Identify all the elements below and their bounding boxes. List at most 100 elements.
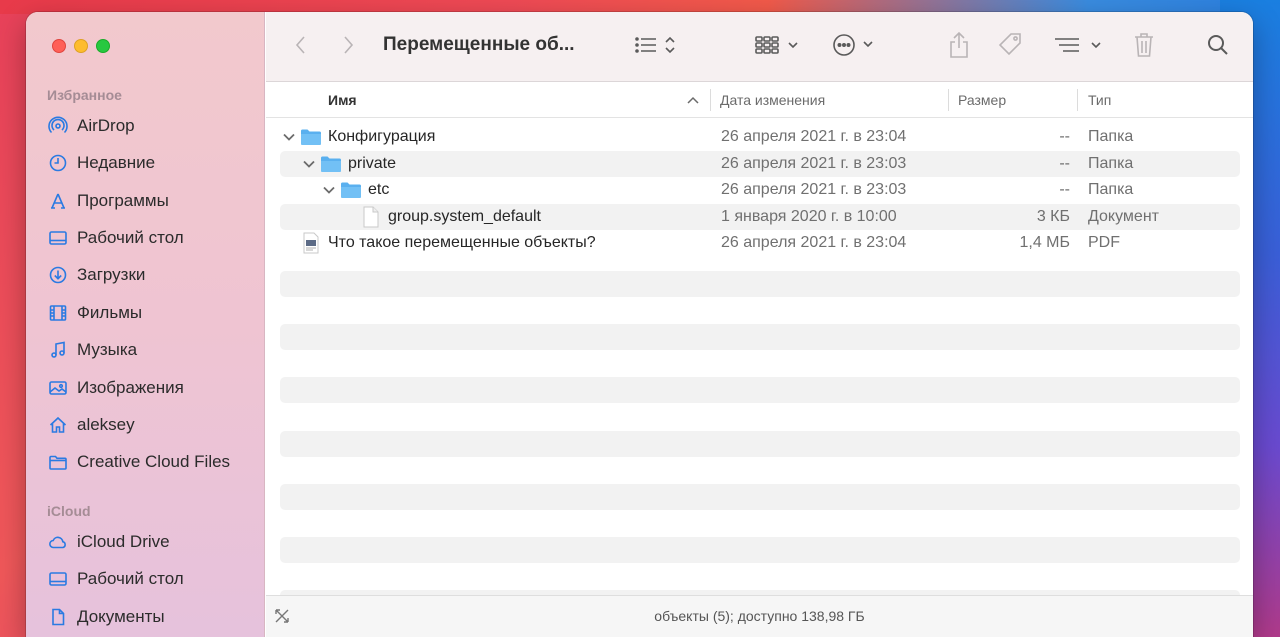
sidebar-item-recents[interactable]: Недавние	[48, 148, 155, 178]
file-date: 1 января 2020 г. в 10:00	[721, 208, 897, 225]
status-bar: объекты (5); доступно 138,98 ГБ	[266, 595, 1253, 637]
sidebar-item-label: Недавние	[77, 153, 156, 172]
download-icon	[48, 265, 68, 285]
sidebar-item-label: Загрузки	[77, 265, 146, 284]
sidebar-item-label: AirDrop	[77, 116, 135, 135]
table-row[interactable]: Конфигурация 26 апреля 2021 г. в 23:04 -…	[280, 124, 1240, 150]
file-kind: Папка	[1088, 155, 1134, 172]
column-header-size[interactable]: Размер	[958, 82, 1006, 118]
table-row[interactable]: private 26 апреля 2021 г. в 23:03 -- Пап…	[280, 151, 1240, 177]
back-button[interactable]	[293, 33, 309, 61]
table-row[interactable]: Что такое перемещенные объекты? 26 апрел…	[280, 230, 1240, 256]
file-list: Конфигурация 26 апреля 2021 г. в 23:04 -…	[266, 119, 1253, 603]
share-button[interactable]	[947, 31, 971, 64]
disclosure-expanded-icon[interactable]	[322, 177, 336, 203]
file-size: --	[1059, 181, 1070, 198]
file-size: 1,4 МБ	[1019, 234, 1070, 251]
home-icon	[48, 415, 68, 435]
column-divider	[1077, 89, 1078, 111]
file-date: 26 апреля 2021 г. в 23:03	[721, 155, 907, 172]
file-kind: Папка	[1088, 181, 1134, 198]
tag-icon	[996, 31, 1024, 64]
empty-row-stripe	[280, 271, 1240, 297]
folder-icon	[320, 151, 342, 177]
sidebar-item-icloud-desktop[interactable]: Рабочий стол	[48, 564, 184, 594]
minimize-window-button[interactable]	[74, 39, 88, 53]
empty-row-stripe	[280, 377, 1240, 403]
sidebar-item-label: Изображения	[77, 378, 184, 397]
column-divider	[948, 89, 949, 111]
sidebar-item-airdrop[interactable]: AirDrop	[48, 111, 135, 141]
action-menu-button[interactable]	[832, 33, 880, 61]
file-kind: Папка	[1088, 128, 1134, 145]
sidebar-item-icloud-drive[interactable]: iCloud Drive	[48, 527, 170, 557]
file-date: 26 апреля 2021 г. в 23:04	[721, 128, 907, 145]
sidebar-item-pictures[interactable]: Изображения	[48, 373, 184, 403]
disclosure-expanded-icon[interactable]	[282, 124, 296, 150]
sidebar-item-label: Программы	[77, 191, 169, 210]
file-size: --	[1059, 128, 1070, 145]
sidebar-item-home[interactable]: aleksey	[48, 410, 135, 440]
zoom-window-button[interactable]	[96, 39, 110, 53]
file-name: group.system_default	[388, 208, 541, 225]
document-icon	[48, 607, 68, 627]
sidebar-item-label: Рабочий стол	[77, 228, 184, 247]
sidebar-item-label: Creative Cloud Files	[77, 452, 231, 471]
empty-row-stripe	[280, 324, 1240, 350]
sidebar: Избранное AirDrop Недавние Программы Раб…	[26, 12, 265, 637]
sidebar-item-downloads[interactable]: Загрузки	[48, 260, 145, 290]
tags-button[interactable]	[996, 31, 1024, 64]
applications-icon	[48, 191, 68, 211]
chevron-right-icon	[340, 34, 356, 61]
cloud-icon	[48, 532, 68, 552]
pdf-icon	[302, 230, 320, 256]
disclosure-expanded-icon[interactable]	[302, 151, 316, 177]
search-button[interactable]	[1206, 33, 1230, 61]
table-row[interactable]: group.system_default 1 января 2020 г. в …	[280, 204, 1240, 230]
sidebar-item-applications[interactable]: Программы	[48, 186, 169, 216]
clock-icon	[48, 153, 68, 173]
sidebar-item-creative-cloud[interactable]: Creative Cloud Files	[48, 447, 230, 477]
view-mode-button[interactable]	[634, 33, 680, 61]
file-name: etc	[368, 181, 390, 198]
sidebar-item-label: Рабочий стол	[77, 569, 184, 588]
empty-row-stripe	[280, 537, 1240, 563]
desktop-icon	[48, 228, 68, 248]
sidebar-item-music[interactable]: Музыка	[48, 335, 137, 365]
file-date: 26 апреля 2021 г. в 23:03	[721, 181, 907, 198]
sidebar-item-desktop[interactable]: Рабочий стол	[48, 223, 184, 253]
sidebar-section-icloud: iCloud	[47, 503, 91, 519]
music-icon	[48, 340, 68, 360]
ellipsis-circle-icon	[832, 33, 880, 62]
column-header-kind[interactable]: Тип	[1088, 82, 1111, 118]
folder-icon	[340, 177, 362, 203]
sidebar-item-label: Музыка	[77, 340, 138, 359]
share-icon	[947, 31, 971, 64]
window-controls	[52, 39, 110, 53]
search-icon	[1206, 33, 1230, 62]
grid-icon	[754, 34, 804, 61]
sort-options-button[interactable]	[1053, 33, 1105, 61]
sidebar-item-label: aleksey	[77, 415, 135, 434]
folder-icon	[48, 452, 68, 472]
status-text: объекты (5); доступно 138,98 ГБ	[654, 608, 865, 624]
column-header-modified[interactable]: Дата изменения	[720, 82, 825, 118]
close-window-button[interactable]	[52, 39, 66, 53]
sidebar-item-label: Фильмы	[77, 303, 143, 322]
file-size: 3 КБ	[1036, 208, 1070, 225]
trash-button[interactable]	[1132, 32, 1156, 61]
forward-button[interactable]	[340, 33, 356, 61]
file-kind: PDF	[1088, 234, 1120, 251]
sidebar-item-label: iCloud Drive	[77, 532, 170, 551]
sidebar-item-icloud-documents[interactable]: Документы	[48, 602, 165, 632]
film-icon	[48, 303, 68, 323]
group-button[interactable]	[754, 33, 804, 61]
photo-icon	[48, 378, 68, 398]
sort-ascending-icon	[686, 82, 700, 118]
column-header-name[interactable]: Имя	[328, 82, 357, 118]
table-row[interactable]: etc 26 апреля 2021 г. в 23:03 -- Папка	[280, 177, 1240, 203]
empty-row-stripe	[280, 431, 1240, 457]
window-title: Перемещенные об...	[383, 34, 575, 55]
sidebar-item-movies[interactable]: Фильмы	[48, 298, 142, 328]
file-date: 26 апреля 2021 г. в 23:04	[721, 234, 907, 251]
